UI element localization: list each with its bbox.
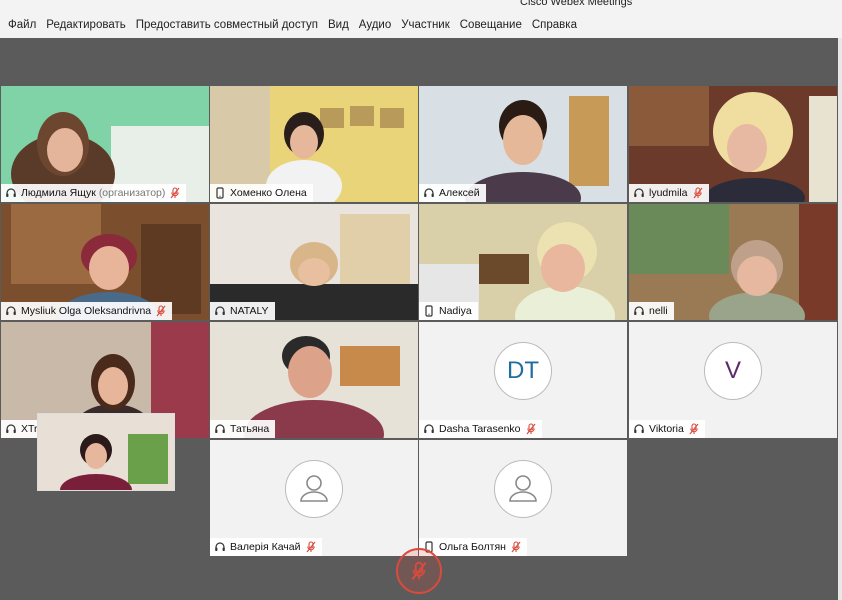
headset-icon — [633, 187, 645, 199]
muted-mic-icon — [170, 187, 180, 199]
participant-name: Viktoria — [649, 423, 684, 435]
participant-label: Mysliuk Olga Oleksandrivna — [1, 302, 173, 320]
menu-edit[interactable]: Редактировать — [46, 19, 125, 31]
video-tile-no-video[interactable]: Ольга Болтян — [419, 440, 627, 556]
menu-file[interactable]: Файл — [8, 19, 36, 31]
participant-label: Viktoria — [629, 420, 705, 438]
muted-mic-icon — [156, 305, 166, 317]
window-title: Cisco Webex Meetings — [520, 0, 633, 8]
person-icon — [494, 460, 552, 518]
menu-meeting[interactable]: Совещание — [460, 19, 522, 31]
person-icon — [285, 460, 343, 518]
video-tile-active-speaker[interactable]: Алексей — [419, 86, 627, 202]
participant-label: NATALY — [210, 302, 275, 320]
video-tile-no-video[interactable]: Валерія Качай — [210, 440, 418, 556]
video-tile-organizer[interactable]: Людмила Ящук (организатор) — [1, 86, 209, 202]
participant-label: Людмила Ящук (организатор) — [1, 184, 187, 202]
muted-mic-icon — [511, 541, 521, 553]
participant-name: Nadiya — [439, 305, 472, 317]
muted-mic-icon — [306, 541, 316, 553]
phone-icon — [214, 187, 226, 199]
participant-name: Хоменко Олена — [230, 187, 307, 199]
video-tile[interactable]: Хоменко Олена — [210, 86, 418, 202]
participant-name: Dasha Tarasenko — [439, 423, 521, 435]
headset-icon — [5, 305, 17, 317]
participant-label: Хоменко Олена — [210, 184, 313, 202]
video-tile[interactable]: NATALY — [210, 204, 418, 320]
headset-icon — [423, 423, 435, 435]
participant-name: Валерія Качай — [230, 541, 301, 553]
window-edge — [838, 38, 842, 600]
video-tile[interactable]: Nadiya — [419, 204, 627, 320]
initials-avatar: DT — [494, 342, 552, 400]
video-tile-no-video[interactable]: V Viktoria — [629, 322, 837, 438]
participant-name: nelli — [649, 305, 668, 317]
phone-icon — [423, 305, 435, 317]
participant-name: NATALY — [230, 305, 269, 317]
muted-mic-icon — [693, 187, 703, 199]
menu-help[interactable]: Справка — [532, 19, 577, 31]
participant-label: lyudmila — [629, 184, 709, 202]
headset-icon — [214, 423, 226, 435]
participant-label: nelli — [629, 302, 674, 320]
title-bar: Cisco Webex Meetings — [0, 0, 842, 12]
menu-audio[interactable]: Аудио — [359, 19, 391, 31]
mute-toggle-button[interactable] — [396, 548, 442, 594]
menu-view[interactable]: Вид — [328, 19, 349, 31]
muted-mic-icon — [526, 423, 536, 435]
participant-label: Dasha Tarasenko — [419, 420, 542, 438]
participant-name: lyudmila — [649, 187, 688, 199]
headset-icon — [633, 423, 645, 435]
video-tile[interactable]: nelli — [629, 204, 837, 320]
muted-mic-icon — [410, 561, 428, 581]
headset-icon — [214, 305, 226, 317]
self-video — [38, 414, 174, 490]
menu-share[interactable]: Предоставить совместный доступ — [136, 19, 318, 31]
participant-label: Nadiya — [419, 302, 478, 320]
video-tile[interactable]: Mysliuk Olga Oleksandrivna — [1, 204, 209, 320]
headset-icon — [633, 305, 645, 317]
participant-name: Ольга Болтян — [439, 541, 506, 553]
muted-mic-icon — [689, 423, 699, 435]
participant-name: Mysliuk Olga Oleksandrivna — [21, 305, 152, 317]
participant-name: Татьяна — [230, 423, 270, 435]
menu-bar: Файл Редактировать Предоставить совместн… — [0, 12, 842, 39]
participant-role: (организатор) — [98, 187, 166, 199]
video-tile[interactable]: lyudmila — [629, 86, 837, 202]
menu-participant[interactable]: Участник — [401, 19, 450, 31]
video-tile[interactable]: Татьяна — [210, 322, 418, 438]
headset-call-icon — [423, 187, 435, 199]
participant-label: Татьяна — [210, 420, 276, 438]
participant-name: Людмила Ящук — [21, 187, 96, 199]
headset-icon — [214, 541, 226, 553]
video-tile-no-video[interactable]: DT Dasha Tarasenko — [419, 322, 627, 438]
self-view-video[interactable] — [37, 413, 175, 491]
participant-label: Валерія Качай — [210, 538, 322, 556]
headset-icon — [5, 187, 17, 199]
participant-name: Алексей — [439, 187, 480, 199]
headset-icon — [5, 423, 17, 435]
initials-avatar: V — [704, 342, 762, 400]
participant-label: Алексей — [419, 184, 486, 202]
participant-label: Ольга Болтян — [419, 538, 527, 556]
